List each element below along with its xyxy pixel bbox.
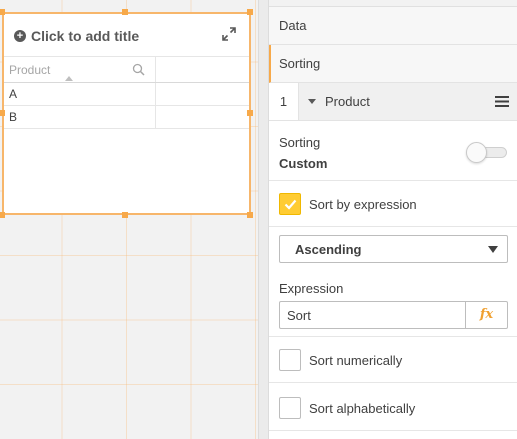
sort-by-expression-option: Sort by expression	[269, 181, 517, 227]
section-label: Sorting	[279, 56, 321, 71]
resize-handle[interactable]	[247, 212, 253, 218]
sort-by-expression-label: Sort by expression	[309, 197, 417, 212]
sort-numerically-option: Sort numerically	[269, 337, 517, 383]
sorting-toggle[interactable]	[466, 142, 507, 163]
toggle-knob	[466, 142, 487, 163]
expression-label: Expression	[279, 281, 344, 296]
sort-order-dropdown[interactable]: Ascending	[279, 235, 508, 263]
table-cell: B	[9, 110, 18, 124]
fx-icon[interactable]: fx	[465, 302, 507, 328]
sort-alphabetically-option: Sort alphabetically	[269, 385, 517, 431]
sorting-label: Sorting	[279, 135, 321, 150]
sort-field-index: 1	[269, 83, 299, 120]
plus-circle-icon: +	[14, 30, 26, 42]
empty-cell	[156, 83, 249, 105]
sort-numerically-checkbox[interactable]	[279, 349, 301, 371]
section-data[interactable]: Data	[269, 7, 517, 45]
section-label: Data	[279, 18, 307, 33]
sort-order-value: Ascending	[295, 242, 362, 257]
empty-column-header	[156, 57, 249, 82]
search-icon[interactable]	[132, 63, 145, 76]
sheet-canvas[interactable]: + Click to add title Product A B	[0, 0, 258, 439]
resize-handle[interactable]	[122, 212, 128, 218]
expand-icon[interactable]	[221, 26, 237, 42]
title-placeholder: Click to add title	[31, 28, 140, 44]
sort-by-expression-checkbox[interactable]	[279, 193, 301, 215]
sort-alphabetically-checkbox[interactable]	[279, 397, 301, 419]
hamburger-menu-icon[interactable]	[495, 96, 509, 107]
resize-handle[interactable]	[247, 110, 253, 116]
table-cell: A	[9, 87, 18, 101]
data-table: Product A B	[4, 56, 249, 129]
sort-ascending-icon	[65, 76, 73, 81]
panel-top-strip	[269, 0, 517, 7]
resize-handle[interactable]	[0, 110, 5, 116]
resize-handle[interactable]	[247, 9, 253, 15]
sort-alphabetically-label: Sort alphabetically	[309, 401, 416, 416]
table-row[interactable]: A	[4, 83, 249, 106]
properties-panel: Data Sorting 1 Product Sorting Custom So…	[268, 0, 517, 439]
table-row[interactable]: B	[4, 106, 249, 129]
add-title-button[interactable]: + Click to add title	[14, 27, 139, 45]
column-header-label: Product	[9, 63, 51, 77]
column-header-product[interactable]: Product	[4, 57, 156, 82]
expression-input[interactable]: Sort fx	[279, 301, 508, 329]
sort-field-item[interactable]: 1 Product	[269, 83, 517, 121]
checkmark-icon	[284, 199, 297, 210]
resize-handle[interactable]	[0, 9, 5, 15]
resize-handle[interactable]	[0, 212, 5, 218]
caret-down-icon[interactable]	[308, 99, 316, 104]
table-header-row: Product	[4, 57, 249, 83]
panel-divider	[258, 0, 268, 439]
sorting-value: Custom	[279, 156, 328, 171]
sort-numerically-label: Sort numerically	[309, 353, 403, 368]
sorting-mode: Sorting Custom	[269, 121, 517, 181]
section-sorting[interactable]: Sorting	[269, 45, 517, 83]
caret-down-icon	[488, 246, 498, 253]
expression-value: Sort	[287, 308, 311, 323]
sort-field-name: Product	[325, 94, 370, 109]
table-object[interactable]: + Click to add title Product A B	[2, 12, 251, 215]
resize-handle[interactable]	[122, 9, 128, 15]
empty-cell	[156, 106, 249, 128]
